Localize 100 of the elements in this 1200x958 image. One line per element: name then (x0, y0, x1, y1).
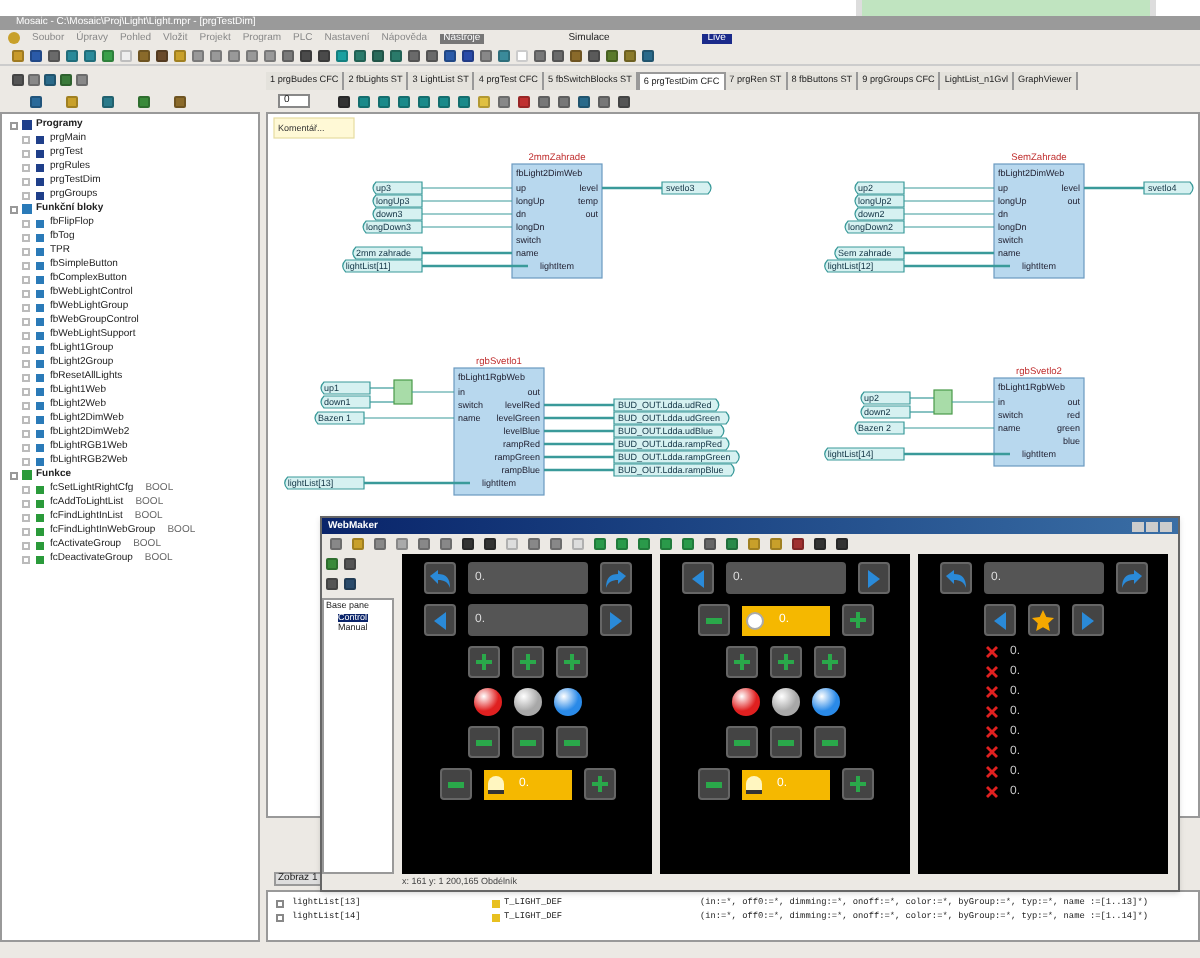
app-icon (8, 32, 20, 44)
tool-icon[interactable] (174, 95, 186, 107)
connection-wire (909, 411, 935, 413)
function-block (993, 377, 1085, 467)
plus-button[interactable] (813, 646, 845, 678)
plus-icon (519, 654, 535, 670)
connection-wire (422, 251, 512, 255)
expander-icon[interactable] (10, 205, 18, 213)
plus-button[interactable] (725, 646, 757, 678)
plus-button[interactable] (841, 768, 873, 800)
connection-wire (903, 427, 995, 429)
connection-wire (544, 455, 614, 459)
connection-wire (951, 401, 995, 403)
bulb-icon (745, 775, 761, 793)
indicator-lamp (731, 688, 759, 716)
plus-icon (591, 776, 607, 792)
minus-button[interactable] (697, 768, 729, 800)
minus-icon (475, 739, 491, 745)
function-block (511, 163, 603, 279)
expander-icon[interactable] (10, 471, 18, 479)
left-triangle-icon (993, 611, 1005, 629)
maximize-button[interactable] (1146, 521, 1158, 531)
minus-icon (821, 739, 837, 745)
close-icon (986, 766, 998, 778)
minus-icon (705, 617, 721, 623)
connection-wire (363, 417, 455, 419)
connection-wire (369, 387, 395, 389)
curved-arrow-icon (605, 569, 625, 587)
left-triangle-icon (433, 611, 445, 629)
connection-wire (903, 187, 995, 189)
close-button[interactable] (1160, 521, 1172, 531)
connection-wire (421, 187, 513, 189)
minus-button[interactable] (769, 726, 801, 758)
minimize-button[interactable] (1132, 521, 1144, 531)
minus-button[interactable] (467, 726, 499, 758)
connection-wire (369, 401, 395, 403)
connection-wire (544, 468, 614, 472)
connection-wire (544, 416, 614, 420)
minus-icon (563, 739, 579, 745)
minus-button[interactable] (697, 604, 729, 636)
plus-button[interactable] (841, 604, 873, 636)
next-button[interactable] (857, 562, 889, 594)
right-triangle-icon (609, 611, 621, 629)
plus-icon (777, 654, 793, 670)
plus-icon (563, 654, 579, 670)
connection-wire (411, 391, 455, 393)
close-icon (986, 666, 998, 678)
expander-icon[interactable] (10, 121, 18, 129)
plus-button[interactable] (555, 646, 587, 678)
previous-button[interactable] (423, 604, 455, 636)
minus-button[interactable] (813, 726, 845, 758)
minus-button[interactable] (439, 768, 471, 800)
tool-icon[interactable] (102, 95, 114, 107)
indicator-lamp (811, 688, 839, 716)
curved-arrow-icon (429, 569, 449, 587)
forward-button[interactable] (1115, 562, 1147, 594)
connection-wire (421, 200, 513, 202)
close-icon (986, 646, 998, 658)
folder-icon (22, 204, 32, 214)
close-icon (986, 686, 998, 698)
favorite-button[interactable] (1027, 604, 1059, 636)
minus-icon (777, 739, 793, 745)
indicator-lamp (771, 688, 799, 716)
back-button[interactable] (423, 562, 455, 594)
connection-wire (544, 403, 614, 407)
next-button[interactable] (1071, 604, 1103, 636)
plus-button[interactable] (583, 768, 615, 800)
bulb-icon (487, 775, 503, 793)
next-button[interactable] (599, 604, 631, 636)
forward-button[interactable] (599, 562, 631, 594)
plus-icon (733, 654, 749, 670)
minus-button[interactable] (511, 726, 543, 758)
minus-icon (447, 781, 463, 787)
plus-button[interactable] (769, 646, 801, 678)
right-triangle-icon (867, 569, 879, 587)
minus-icon (705, 781, 721, 787)
plus-icon (849, 612, 865, 628)
star-icon (1032, 609, 1054, 631)
plus-button[interactable] (511, 646, 543, 678)
connection-wire (909, 397, 935, 399)
back-button[interactable] (939, 562, 971, 594)
indicator-lamp (553, 688, 581, 716)
folder-icon (22, 120, 32, 130)
connection-wire (903, 213, 995, 215)
close-icon (986, 726, 998, 738)
plus-button[interactable] (467, 646, 499, 678)
connection-wire (904, 452, 1010, 456)
logic-gate (393, 379, 413, 405)
connection-wire (421, 213, 513, 215)
connection-wire (544, 429, 614, 433)
previous-button[interactable] (681, 562, 713, 594)
minus-button[interactable] (555, 726, 587, 758)
minus-icon (519, 739, 535, 745)
curved-arrow-icon (1121, 569, 1141, 587)
previous-button[interactable] (983, 604, 1015, 636)
connection-wire (903, 200, 995, 202)
minus-button[interactable] (725, 726, 757, 758)
curved-arrow-icon (945, 569, 965, 587)
indicator-lamp (473, 688, 501, 716)
function-block (453, 367, 545, 496)
